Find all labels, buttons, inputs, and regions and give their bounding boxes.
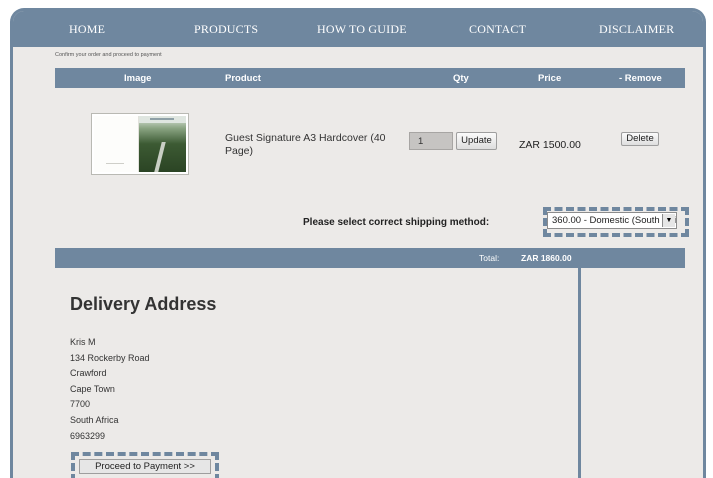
header-remove: - Remove [619, 73, 662, 84]
header-qty: Qty [453, 73, 469, 84]
total-value: ZAR 1860.00 [521, 253, 572, 263]
nav-disclaimer[interactable]: DISCLAIMER [599, 22, 674, 37]
breadcrumb: Confirm your order and proceed to paymen… [55, 52, 162, 58]
shipping-label: Please select correct shipping method: [303, 217, 490, 228]
total-bar [55, 248, 685, 268]
address-line: 7700 [70, 399, 91, 410]
nav-contact[interactable]: CONTACT [469, 22, 526, 37]
page-frame: HOME PRODUCTS HOW TO GUIDE CONTACT DISCL… [10, 8, 706, 478]
shipping-selected-value: 360.00 - Domestic (South Africa) [552, 215, 677, 226]
top-nav: HOME PRODUCTS HOW TO GUIDE CONTACT DISCL… [13, 11, 703, 47]
address-line: Kris M [70, 337, 96, 347]
shipping-select[interactable]: 360.00 - Domestic (South Africa) ▼ [547, 212, 677, 229]
delivery-title: Delivery Address [70, 294, 217, 314]
delete-button[interactable]: Delete [621, 132, 659, 146]
address-line: Cape Town [70, 383, 115, 394]
item-price: ZAR 1500.00 [519, 139, 581, 151]
nav-products[interactable]: PRODUCTS [194, 22, 258, 37]
cart-table-header: Image Product Qty Price - Remove [55, 68, 685, 88]
product-thumbnail[interactable] [91, 113, 189, 175]
delivery-address: Kris M 134 Rockerby Road Crawford Cape T… [70, 335, 150, 444]
header-price: Price [538, 73, 562, 84]
proceed-to-payment-button[interactable]: Proceed to Payment >> [79, 459, 211, 474]
address-line: 134 Rockerby Road [70, 352, 150, 363]
thumbnail-cover-title [150, 118, 174, 120]
thumbnail-page-text [106, 163, 124, 164]
header-image: Image [124, 73, 152, 84]
update-button[interactable]: Update [456, 132, 497, 150]
address-line: Crawford [70, 368, 107, 379]
product-name: Guest Signature A3 Hardcover (40 Page) [225, 132, 386, 157]
address-line: 6963299 [70, 430, 106, 441]
column-divider [578, 268, 581, 478]
header-product: Product [225, 73, 261, 84]
quantity-input[interactable]: 1 [409, 132, 453, 150]
nav-how-to-guide[interactable]: HOW TO GUIDE [317, 22, 407, 37]
total-label: Total: [479, 253, 500, 263]
address-line: South Africa [70, 414, 119, 425]
chevron-down-icon[interactable]: ▼ [662, 214, 675, 227]
nav-home[interactable]: HOME [69, 22, 105, 37]
